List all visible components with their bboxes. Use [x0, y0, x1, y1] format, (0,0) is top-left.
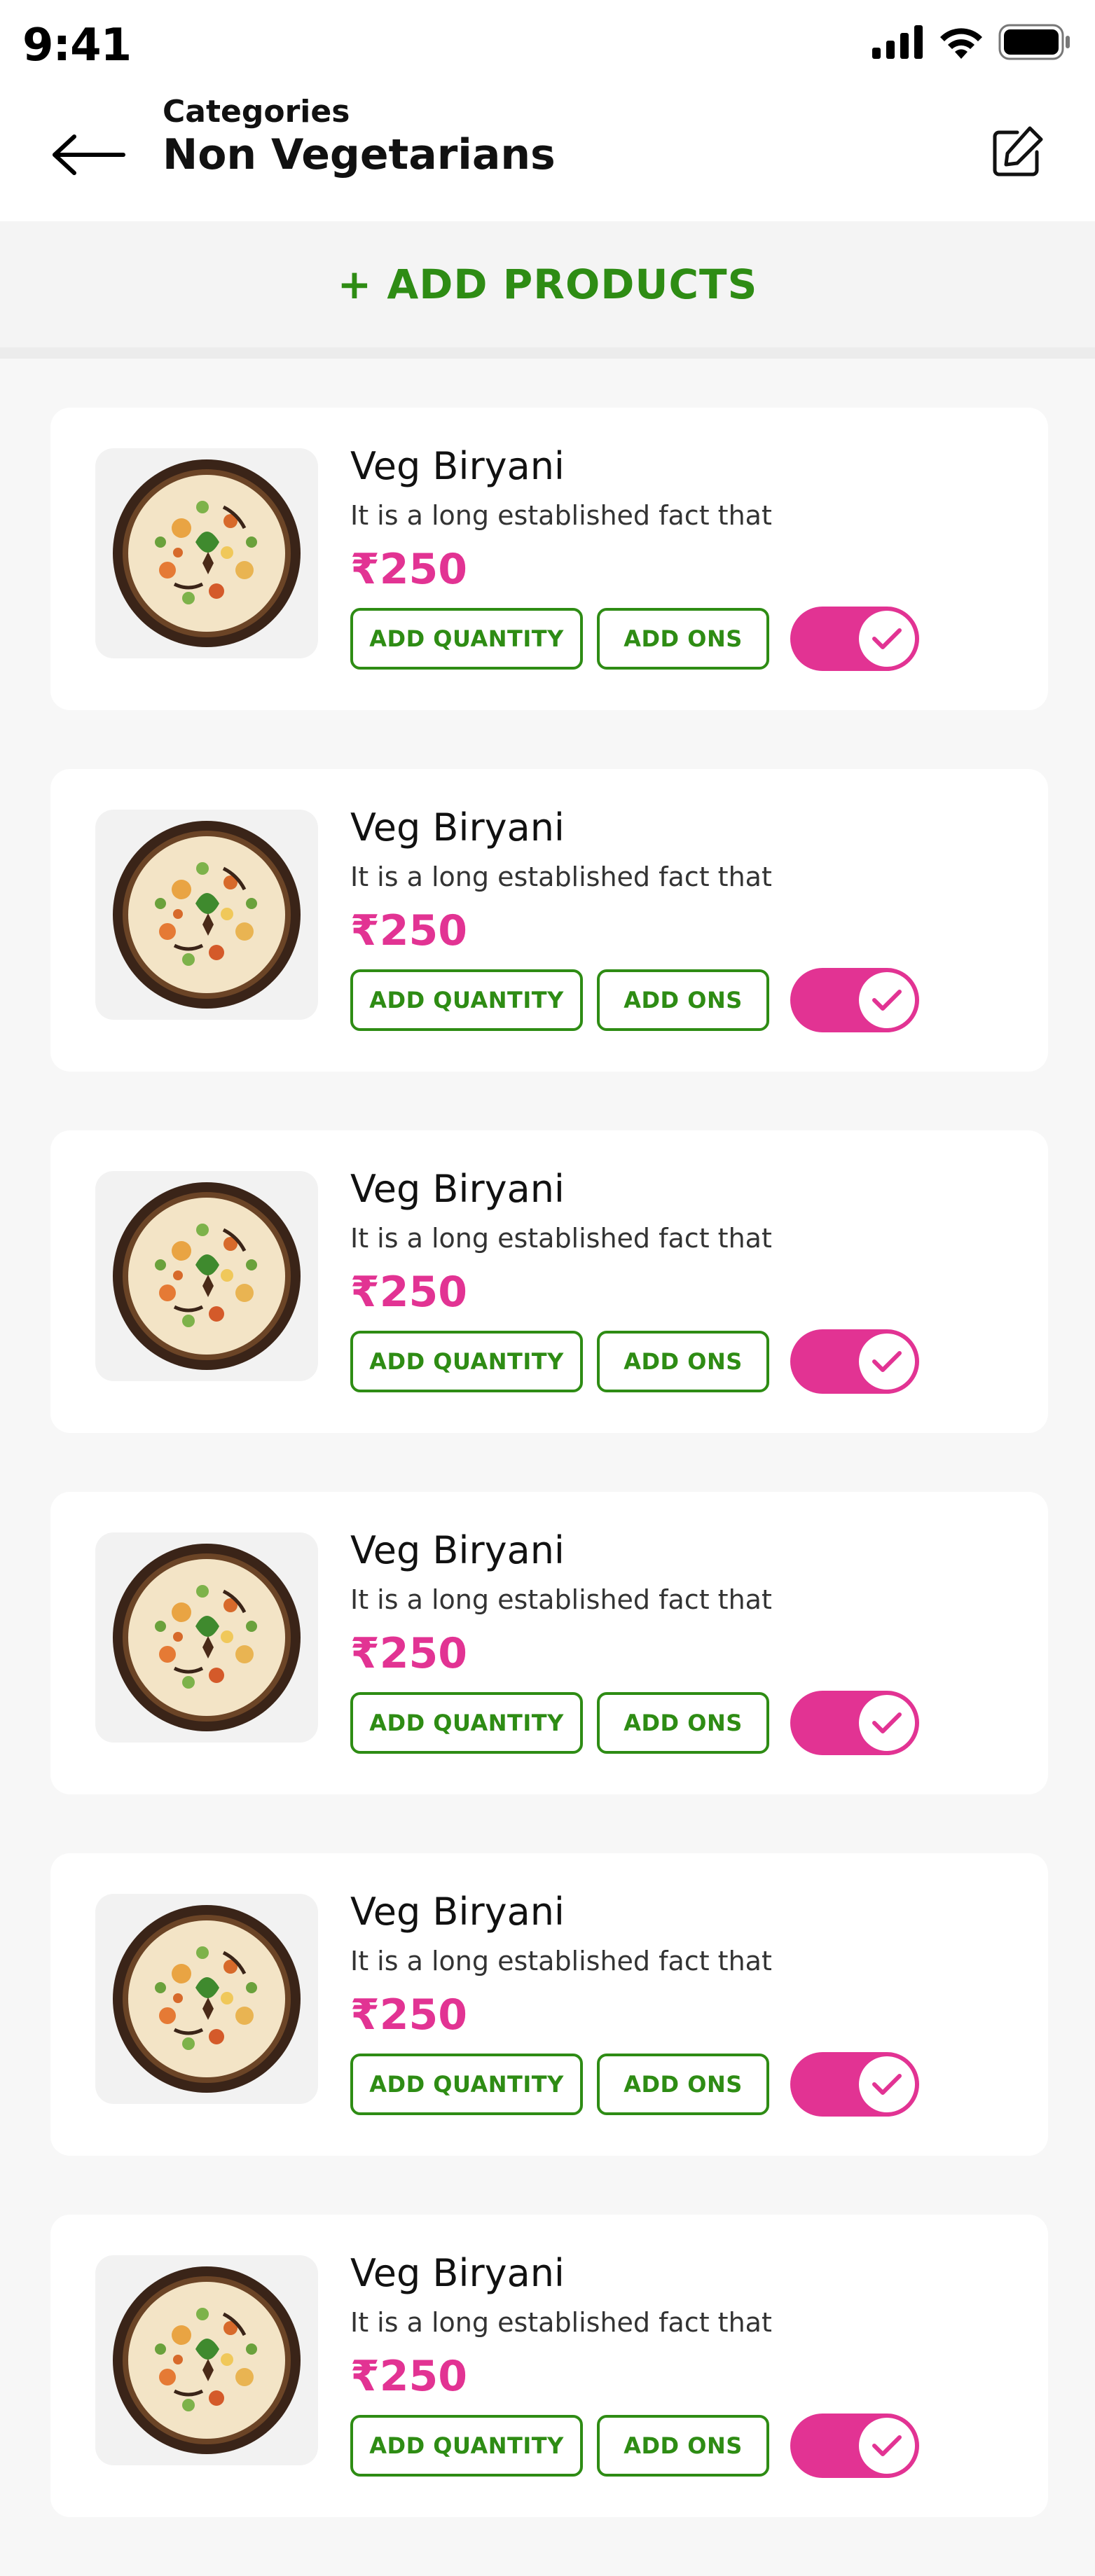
product-price: ₹250	[350, 1629, 467, 1678]
status-icons	[872, 24, 1071, 63]
product-card[interactable]: Veg Biryani It is a long established fac…	[50, 2215, 1048, 2517]
availability-toggle[interactable]	[790, 2414, 919, 2478]
arrow-left-icon	[53, 134, 125, 175]
app-header: Categories Non Vegetarians	[0, 84, 1095, 221]
biryani-bowl-icon	[113, 1544, 301, 1731]
check-icon	[872, 1712, 902, 1733]
product-image	[95, 448, 318, 658]
add-quantity-button[interactable]: ADD QUANTITY	[350, 608, 583, 670]
product-name: Veg Biryani	[350, 805, 565, 850]
product-name: Veg Biryani	[350, 1528, 565, 1572]
add-ons-button[interactable]: ADD ONS	[597, 969, 769, 1031]
product-price: ₹250	[350, 1268, 467, 1317]
battery-icon	[998, 24, 1071, 63]
header-subtitle: Categories	[163, 94, 350, 130]
check-icon	[872, 628, 902, 649]
check-icon	[872, 2074, 902, 2095]
add-quantity-button[interactable]: ADD QUANTITY	[350, 1331, 583, 1392]
add-products-bar: + ADD PRODUCTS	[0, 221, 1095, 359]
biryani-bowl-icon	[113, 1182, 301, 1370]
product-description: It is a long established fact that	[350, 2307, 772, 2338]
toggle-knob	[859, 1695, 915, 1751]
product-price: ₹250	[350, 2352, 467, 2401]
availability-toggle[interactable]	[790, 607, 919, 671]
product-description: It is a long established fact that	[350, 1584, 772, 1615]
toggle-knob	[859, 972, 915, 1028]
product-card[interactable]: Veg Biryani It is a long established fac…	[50, 1130, 1048, 1433]
product-image	[95, 1894, 318, 2104]
biryani-bowl-icon	[113, 459, 301, 647]
status-time: 9:41	[22, 20, 132, 71]
add-ons-button[interactable]: ADD ONS	[597, 1692, 769, 1754]
edit-button[interactable]	[979, 113, 1056, 191]
toggle-knob	[859, 611, 915, 667]
toggle-knob	[859, 2418, 915, 2474]
cellular-signal-icon	[872, 25, 924, 62]
check-icon	[872, 990, 902, 1011]
product-card[interactable]: Veg Biryani It is a long established fac…	[50, 769, 1048, 1072]
product-name: Veg Biryani	[350, 444, 565, 488]
add-products-button[interactable]: + ADD PRODUCTS	[338, 261, 758, 308]
back-button[interactable]	[50, 123, 128, 186]
page-title: Non Vegetarians	[163, 130, 556, 179]
edit-icon	[993, 126, 1043, 176]
add-ons-button[interactable]: ADD ONS	[597, 1331, 769, 1392]
product-price: ₹250	[350, 1990, 467, 2040]
availability-toggle[interactable]	[790, 2052, 919, 2117]
add-quantity-button[interactable]: ADD QUANTITY	[350, 1692, 583, 1754]
availability-toggle[interactable]	[790, 968, 919, 1032]
toggle-knob	[859, 2056, 915, 2112]
toggle-knob	[859, 1334, 915, 1390]
add-ons-button[interactable]: ADD ONS	[597, 2054, 769, 2115]
check-icon	[872, 2435, 902, 2456]
add-ons-button[interactable]: ADD ONS	[597, 608, 769, 670]
product-card[interactable]: Veg Biryani It is a long established fac…	[50, 408, 1048, 710]
add-quantity-button[interactable]: ADD QUANTITY	[350, 969, 583, 1031]
product-image	[95, 810, 318, 1020]
product-description: It is a long established fact that	[350, 1223, 772, 1254]
product-card[interactable]: Veg Biryani It is a long established fac…	[50, 1853, 1048, 2156]
add-quantity-button[interactable]: ADD QUANTITY	[350, 2054, 583, 2115]
product-card[interactable]: Veg Biryani It is a long established fac…	[50, 1492, 1048, 1794]
product-price: ₹250	[350, 906, 467, 955]
availability-toggle[interactable]	[790, 1329, 919, 1394]
wifi-icon	[938, 25, 984, 62]
product-image	[95, 1532, 318, 1743]
product-image	[95, 1171, 318, 1381]
product-price: ₹250	[350, 545, 467, 594]
product-list: Veg Biryani It is a long established fac…	[50, 408, 1048, 2576]
status-bar: 9:41	[0, 0, 1095, 84]
add-quantity-button[interactable]: ADD QUANTITY	[350, 2415, 583, 2477]
product-name: Veg Biryani	[350, 2251, 565, 2295]
availability-toggle[interactable]	[790, 1691, 919, 1755]
add-ons-button[interactable]: ADD ONS	[597, 2415, 769, 2477]
product-description: It is a long established fact that	[350, 500, 772, 531]
product-name: Veg Biryani	[350, 1167, 565, 1211]
product-name: Veg Biryani	[350, 1890, 565, 1934]
biryani-bowl-icon	[113, 1905, 301, 2093]
product-image	[95, 2255, 318, 2465]
biryani-bowl-icon	[113, 2266, 301, 2454]
check-icon	[872, 1351, 902, 1372]
biryani-bowl-icon	[113, 821, 301, 1009]
product-description: It is a long established fact that	[350, 1946, 772, 1976]
product-description: It is a long established fact that	[350, 861, 772, 892]
